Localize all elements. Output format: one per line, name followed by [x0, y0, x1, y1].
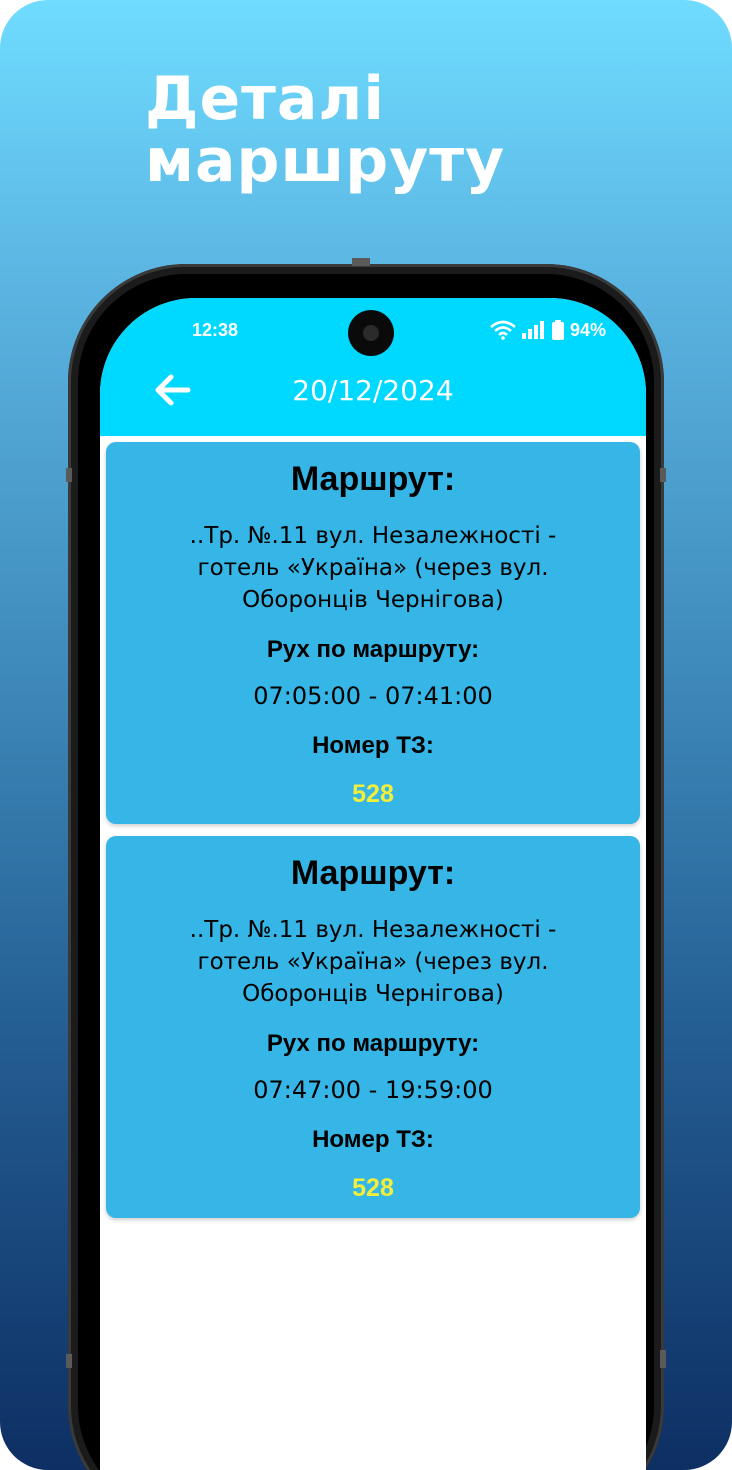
- front-camera: [348, 310, 394, 356]
- schedule-time: 07:05:00 - 07:41:00: [253, 682, 493, 710]
- page-title: 20/12/2024: [292, 374, 454, 407]
- signal-icon: [521, 321, 546, 339]
- route-card: Маршрут: ..Тр. №.11 вул. Незалежності - …: [106, 442, 640, 824]
- phone-side-button-right-bottom: [660, 1350, 666, 1368]
- battery-icon: [551, 320, 564, 340]
- schedule-time: 07:47:00 - 19:59:00: [253, 1076, 493, 1104]
- wifi-icon: [490, 320, 516, 340]
- battery-percent: 94%: [569, 319, 606, 340]
- promo-headline-line1: Деталі: [145, 64, 385, 134]
- promo-headline-line2: маршруту: [145, 126, 506, 196]
- promo-screen: Деталі маршруту 12:38 94% 20/12/2024 Мар…: [0, 0, 732, 1470]
- phone-side-button-left-bottom: [66, 1354, 72, 1368]
- vehicle-number: 528: [352, 1174, 394, 1202]
- vehicle-number-label: Номер ТЗ:: [312, 732, 434, 759]
- schedule-label: Рух по маршруту:: [266, 1030, 480, 1057]
- status-time: 12:38: [192, 320, 239, 340]
- status-icons: 94%: [490, 318, 606, 342]
- phone-side-button-top: [352, 258, 370, 266]
- vehicle-number: 528: [352, 780, 394, 808]
- route-card-title: Маршрут:: [290, 460, 456, 498]
- phone-side-button-right: [660, 468, 666, 482]
- schedule-label: Рух по маршруту:: [266, 636, 480, 663]
- phone-frame: 12:38 94% 20/12/2024 Маршрут: ..Тр. №.11…: [66, 258, 666, 1470]
- promo-headline: Деталі маршруту: [145, 68, 665, 192]
- vehicle-number-label: Номер ТЗ:: [312, 1126, 434, 1153]
- app-bar: 12:38 94% 20/12/2024: [100, 298, 646, 436]
- app-screen: 12:38 94% 20/12/2024 Маршрут: ..Тр. №.11…: [100, 298, 646, 1470]
- route-card-title: Маршрут:: [290, 854, 456, 892]
- route-description: ..Тр. №.11 вул. Незалежності - готель «У…: [189, 523, 557, 613]
- phone-side-button-left: [66, 468, 72, 482]
- route-description: ..Тр. №.11 вул. Незалежності - готель «У…: [189, 917, 557, 1007]
- route-card: Маршрут: ..Тр. №.11 вул. Незалежності - …: [106, 836, 640, 1218]
- phone-bezel: 12:38 94% 20/12/2024 Маршрут: ..Тр. №.11…: [78, 274, 654, 1470]
